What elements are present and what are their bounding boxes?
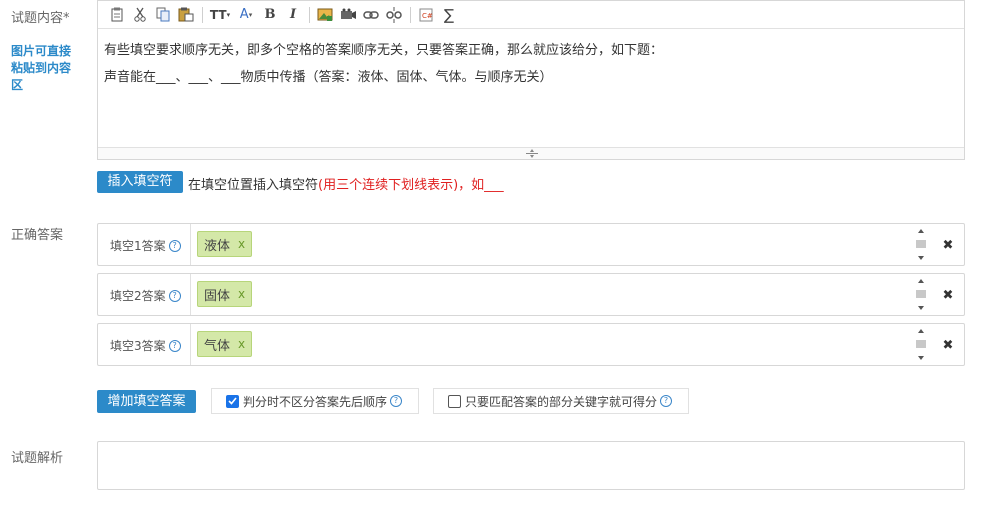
analysis-label: 试题解析 (11, 451, 64, 466)
answer-label: 填空2答案? (110, 287, 181, 304)
add-answer-button[interactable]: 增加填空答案 (97, 390, 196, 413)
rich-text-editor[interactable]: TT ▾ A ▾ B I C# ∑ 有些填空要求顺序无关，即多个空格的答案顺序无关，… (97, 0, 965, 160)
formula-icon[interactable]: ∑ (438, 5, 460, 25)
answer-tag-text: 固体 (204, 288, 231, 304)
paste-hint-line: 粘贴到内容 (11, 61, 72, 75)
row-divider (190, 324, 191, 365)
tag-remove-icon[interactable]: x (238, 237, 245, 251)
content-line: 有些填空要求顺序无关，即多个空格的答案顺序无关，只要答案正确，那么就应该给分，如… (104, 43, 664, 58)
paste-hint-line: 区 (11, 78, 24, 92)
analysis-textarea[interactable] (97, 441, 965, 490)
help-icon[interactable]: ? (660, 395, 673, 407)
answer-row: 填空3答案? 气体 x ✖ (97, 323, 965, 366)
close-icon[interactable]: ✖ (939, 286, 957, 304)
answer-label-text: 填空1答案 (110, 239, 166, 253)
resize-grip-icon (526, 149, 538, 158)
paste-hint: 图片可直接 粘贴到内容 区 (11, 43, 71, 94)
unlink-icon[interactable] (383, 5, 405, 25)
tag-remove-icon[interactable]: x (238, 287, 245, 301)
image-icon[interactable] (314, 5, 336, 25)
option-ignore-order[interactable]: 判分时不区分答案先后顺序 ? (211, 388, 419, 414)
link-icon[interactable] (360, 5, 382, 25)
code-icon[interactable]: C# (415, 5, 437, 25)
bold-icon[interactable]: B (259, 5, 281, 25)
dropdown-arrow-icon: ▾ (226, 10, 231, 19)
toolbar-separator (410, 6, 411, 23)
help-icon[interactable]: ? (168, 339, 181, 352)
content-line: 声音能在___、___、___物质中传播（答案：液体、固体、气体。与顺序无关） (104, 70, 553, 85)
option-label: 只要匹配答案的部分关键字就可得分 (465, 394, 658, 409)
paste-text-icon[interactable] (175, 5, 197, 25)
check-icon (228, 397, 237, 405)
help-icon[interactable]: ? (168, 239, 181, 252)
answer-tag-text: 气体 (204, 338, 231, 354)
insert-blank-hint: 在填空位置插入填空符(用三个连续下划线表示)，如___ (188, 174, 504, 193)
dropdown-arrow-icon: ▾ (248, 10, 253, 19)
answer-tag: 液体 x (197, 231, 253, 257)
copy-icon[interactable] (152, 5, 174, 25)
option-partial-keyword[interactable]: 只要匹配答案的部分关键字就可得分 ? (433, 388, 689, 414)
answer-tag-text: 液体 (204, 238, 231, 254)
svg-text:C#: C# (422, 12, 433, 20)
font-size-icon[interactable]: TT ▾ (207, 5, 233, 25)
answer-row: 填空1答案? 液体 x ✖ (97, 223, 965, 266)
answer-label-text: 填空3答案 (110, 339, 166, 353)
checkbox-unchecked[interactable] (448, 394, 461, 408)
paste-hint-line: 图片可直接 (11, 44, 72, 58)
row-divider (190, 274, 191, 315)
toolbar-separator (202, 6, 203, 23)
help-icon[interactable]: ? (390, 395, 403, 407)
option-label: 判分时不区分答案先后顺序 (243, 394, 388, 409)
answer-label: 填空1答案? (110, 237, 181, 254)
close-icon[interactable]: ✖ (939, 336, 957, 354)
content-label: 试题内容* (11, 11, 70, 26)
row-divider (190, 224, 191, 265)
italic-icon[interactable]: I (282, 5, 304, 25)
scrollbar[interactable] (915, 227, 927, 262)
paste-icon[interactable] (106, 5, 128, 25)
answer-row: 填空2答案? 固体 x ✖ (97, 273, 965, 316)
resize-handle[interactable] (98, 147, 964, 159)
answer-tag: 气体 x (197, 331, 253, 357)
scrollbar[interactable] (915, 327, 927, 362)
answer-label: 填空3答案? (110, 337, 181, 354)
scrollbar[interactable] (915, 277, 927, 312)
answer-tag: 固体 x (197, 281, 253, 307)
video-icon[interactable] (337, 5, 359, 25)
font-color-label: A (239, 7, 249, 22)
checkbox-checked[interactable] (226, 394, 239, 408)
close-icon[interactable]: ✖ (939, 236, 957, 254)
insert-blank-hint-red: (用三个连续下划线表示)，如___ (318, 178, 504, 193)
tag-remove-icon[interactable]: x (238, 337, 245, 351)
font-color-icon[interactable]: A ▾ (234, 5, 258, 25)
toolbar-separator (309, 6, 310, 23)
font-size-label: TT (209, 7, 227, 22)
cut-icon[interactable] (129, 5, 151, 25)
correct-answer-label: 正确答案 (11, 228, 64, 243)
editor-toolbar: TT ▾ A ▾ B I C# ∑ (98, 1, 964, 29)
insert-blank-button[interactable]: 插入填空符 (97, 171, 183, 193)
insert-blank-hint-text: 在填空位置插入填空符 (188, 178, 319, 193)
answer-label-text: 填空2答案 (110, 289, 166, 303)
help-icon[interactable]: ? (168, 289, 181, 302)
editor-content[interactable]: 有些填空要求顺序无关，即多个空格的答案顺序无关，只要答案正确，那么就应该给分，如… (98, 29, 964, 88)
